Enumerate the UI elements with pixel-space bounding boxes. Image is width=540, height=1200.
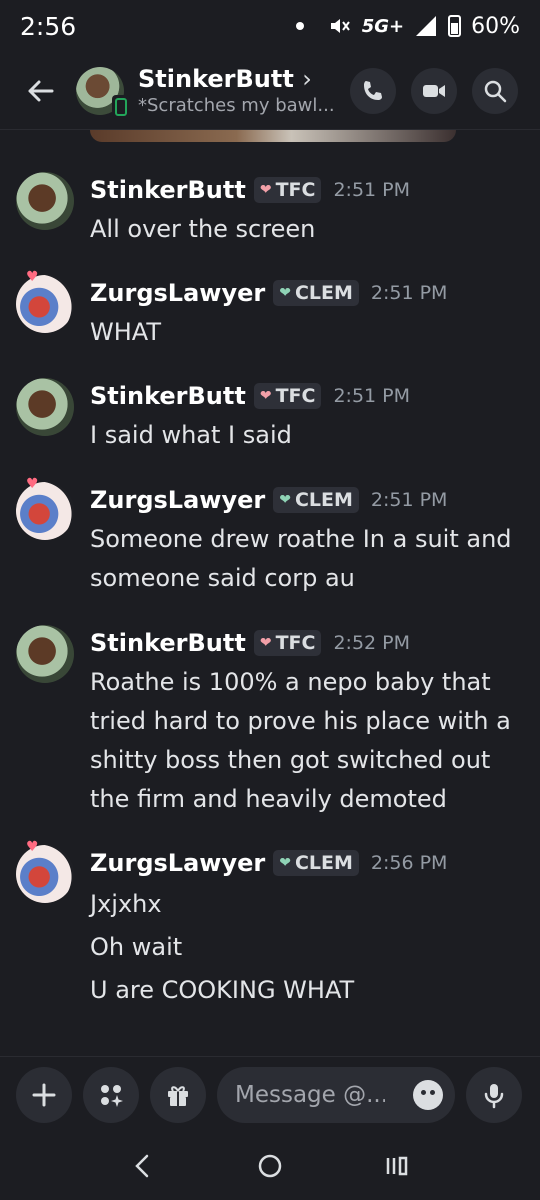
video-call-button[interactable] [411, 67, 457, 114]
message-text: WHAT [90, 318, 161, 346]
header-custom-status: *Scratches my bawl... [138, 95, 335, 116]
heart-icon: ❤ [259, 635, 272, 651]
message-meta: StinkerButt ❤ TFC 2:51 PM [90, 382, 410, 410]
battery-icon [448, 15, 462, 37]
nav-home-icon[interactable] [255, 1151, 285, 1181]
system-nav-bar [0, 1132, 540, 1200]
mobile-status-icon [112, 94, 130, 119]
emoji-icon[interactable] [413, 1079, 443, 1110]
heart-icon: ♥ [26, 839, 39, 855]
heart-icon: ♥ [26, 269, 39, 285]
timestamp: 2:56 PM [370, 852, 448, 874]
timestamp: 2:51 PM [370, 489, 448, 511]
timestamp: 2:51 PM [370, 282, 448, 304]
battery-percent: 60% [471, 13, 520, 39]
server-tag[interactable]: ❤ CLEM [273, 280, 359, 306]
voice-call-button[interactable] [350, 67, 396, 114]
chat-header: StinkerButt › *Scratches my bawl... [0, 52, 540, 130]
heart-icon: ❤ [259, 182, 272, 198]
network-label: 5G+ [361, 15, 405, 37]
username[interactable]: ZurgsLawyer [90, 486, 265, 514]
plus-icon [32, 1083, 56, 1106]
avatar[interactable] [16, 625, 74, 683]
username[interactable]: StinkerButt [90, 176, 246, 204]
message-text: All over the screen [90, 215, 316, 243]
server-tag[interactable]: ❤ TFC [253, 383, 322, 409]
timestamp: 2:51 PM [333, 179, 411, 201]
status-time: 2:56 [20, 11, 77, 41]
gift-icon [168, 1085, 188, 1106]
back-arrow-icon [28, 80, 54, 101]
header-avatar[interactable] [76, 66, 130, 119]
search-icon [484, 80, 507, 102]
server-tag[interactable]: ❤ CLEM [273, 850, 359, 876]
mute-icon [330, 19, 350, 33]
message-meta: StinkerButt ❤ TFC 2:52 PM [90, 629, 410, 657]
signal-icon [416, 16, 437, 36]
avatar[interactable]: ♥ [16, 269, 74, 333]
voice-message-button[interactable] [466, 1066, 522, 1123]
timestamp: 2:51 PM [333, 385, 411, 407]
header-user-info[interactable]: StinkerButt › *Scratches my bawl... [138, 65, 338, 116]
avatar[interactable] [16, 172, 74, 230]
nav-back-icon[interactable] [128, 1151, 158, 1181]
timestamp: 2:52 PM [333, 632, 411, 654]
message-text: I said what I said [90, 421, 292, 449]
notification-dot-icon [295, 22, 304, 30]
microphone-icon [484, 1083, 504, 1108]
username[interactable]: ZurgsLawyer [90, 279, 265, 307]
header-username: StinkerButt › [138, 65, 312, 93]
message-input-wrapper[interactable] [217, 1066, 455, 1123]
search-button[interactable] [472, 67, 518, 114]
message-meta: ZurgsLawyer ❤ CLEM 2:56 PM [90, 849, 447, 877]
message-meta: ZurgsLawyer ❤ CLEM 2:51 PM [90, 486, 447, 514]
username[interactable]: StinkerButt [90, 382, 246, 410]
video-call-icon [423, 84, 445, 97]
message-text: Roathe is 100% a nepo baby that tried ha… [90, 668, 511, 813]
back-button[interactable] [20, 71, 60, 111]
avatar[interactable]: ♥ [16, 839, 74, 903]
apps-button[interactable] [83, 1066, 139, 1123]
apps-icon [101, 1084, 123, 1107]
heart-icon: ❤ [279, 492, 291, 508]
username[interactable]: ZurgsLawyer [90, 849, 265, 877]
avatar[interactable]: ♥ [16, 476, 74, 540]
heart-icon: ❤ [279, 855, 291, 871]
server-tag[interactable]: ❤ TFC [253, 177, 322, 203]
status-bar: 2:56 5G+ 60% [0, 0, 540, 52]
avatar[interactable] [16, 378, 74, 436]
server-tag[interactable]: ❤ CLEM [273, 487, 359, 513]
nav-recents-icon[interactable] [382, 1151, 412, 1181]
phone-call-icon [364, 80, 382, 100]
attach-button[interactable] [16, 1066, 72, 1123]
composer [0, 1056, 540, 1132]
message-input[interactable] [235, 1081, 385, 1108]
heart-icon: ♥ [26, 476, 39, 492]
message-meta: StinkerButt ❤ TFC 2:51 PM [90, 176, 410, 204]
status-icons: 5G+ 60% [295, 13, 520, 39]
gift-button[interactable] [150, 1066, 206, 1123]
message-meta: ZurgsLawyer ❤ CLEM 2:51 PM [90, 279, 447, 307]
message-text: Someone drew roathe In a suit and someon… [90, 525, 512, 592]
heart-icon: ❤ [279, 285, 291, 301]
username[interactable]: StinkerButt [90, 629, 246, 657]
heart-icon: ❤ [259, 388, 272, 404]
message-text: Jxjxhx Oh wait U are COOKING WHAT [90, 890, 355, 1004]
server-tag[interactable]: ❤ TFC [253, 630, 322, 656]
